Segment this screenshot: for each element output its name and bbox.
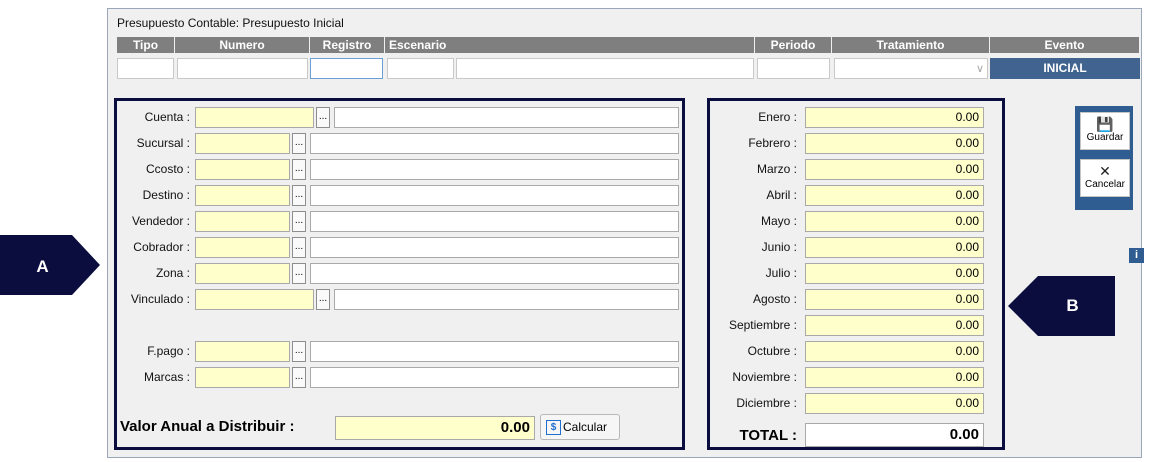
month-label: Abril : <box>766 188 797 202</box>
month-value-input[interactable]: 0.00 <box>805 159 984 180</box>
vendedor-desc-input[interactable] <box>310 211 679 232</box>
marcas-desc-input[interactable] <box>310 367 679 388</box>
month-label: Noviembre : <box>732 370 797 384</box>
month-label: Mayo : <box>760 214 797 228</box>
month-value-input[interactable]: 0.00 <box>805 237 984 258</box>
col-header-periodo: Periodo <box>755 37 832 53</box>
save-disk-icon: 💾 <box>1096 116 1114 132</box>
info-icon[interactable]: i <box>1129 248 1144 263</box>
month-label: Agosto : <box>752 292 797 306</box>
month-value-input[interactable]: 0.00 <box>805 289 984 310</box>
month-value-input[interactable]: 0.00 <box>805 341 984 362</box>
month-value-input[interactable]: 0.00 <box>805 367 984 388</box>
col-header-numero: Numero <box>175 37 310 53</box>
cancelar-label: Cancelar <box>1084 179 1126 190</box>
total-value: 0.00 <box>805 423 984 447</box>
fpago-code-input[interactable] <box>195 341 290 362</box>
month-label: Octubre : <box>747 344 797 358</box>
fpago-label: F.pago : <box>147 344 190 358</box>
valor-anual-input[interactable]: 0.00 <box>335 416 535 440</box>
vinculado-label: Vinculado : <box>130 292 190 306</box>
callout-b-label: B <box>1066 296 1079 315</box>
sucursal-label: Sucursal : <box>136 136 190 150</box>
cobrador-desc-input[interactable] <box>310 237 679 258</box>
cobrador-label: Cobrador : <box>133 240 190 254</box>
chevron-down-icon: ∨ <box>975 63 984 75</box>
destino-label: Destino : <box>142 188 190 202</box>
marcas-code-input[interactable] <box>195 367 290 388</box>
cuenta-lookup-button[interactable]: ... <box>316 107 330 128</box>
month-value-input[interactable]: 0.00 <box>805 393 984 414</box>
valor-anual-label: Valor Anual a Distribuir : <box>120 418 295 435</box>
cobrador-lookup-button[interactable]: ... <box>292 237 306 258</box>
vinculado-code-input[interactable] <box>195 289 314 310</box>
vinculado-desc-input[interactable] <box>334 289 679 310</box>
escenario-desc-input[interactable] <box>456 58 754 79</box>
sucursal-desc-input[interactable] <box>310 133 679 154</box>
numero-input[interactable] <box>177 58 308 79</box>
destino-desc-input[interactable] <box>310 185 679 206</box>
cuenta-label: Cuenta : <box>144 110 190 124</box>
col-header-escenario: Escenario <box>385 37 755 53</box>
vendedor-label: Vendedor : <box>131 214 190 228</box>
col-header-tipo: Tipo <box>117 37 175 53</box>
destino-lookup-button[interactable]: ... <box>292 185 306 206</box>
sucursal-lookup-button[interactable]: ... <box>292 133 306 154</box>
month-label: Enero : <box>758 110 797 124</box>
cobrador-code-input[interactable] <box>195 237 290 258</box>
guardar-button[interactable]: 💾 Guardar <box>1080 112 1130 150</box>
month-value-input[interactable]: 0.00 <box>805 263 984 284</box>
month-value-input[interactable]: 0.00 <box>805 133 984 154</box>
month-label: Febrero : <box>748 136 797 150</box>
total-label: TOTAL : <box>739 427 798 444</box>
month-value-input[interactable]: 0.00 <box>805 107 984 128</box>
ccosto-code-input[interactable] <box>195 159 290 180</box>
tipo-input[interactable] <box>117 58 174 79</box>
evento-value: INICIAL <box>990 58 1140 79</box>
calcular-button[interactable]: $ Calcular <box>540 414 620 440</box>
window-title: Presupuesto Contable: Presupuesto Inicia… <box>117 16 344 30</box>
callout-a-label: A <box>36 257 49 276</box>
month-label: Julio : <box>765 266 797 280</box>
periodo-input[interactable] <box>757 58 830 79</box>
month-value-input[interactable]: 0.00 <box>805 211 984 232</box>
zona-code-input[interactable] <box>195 263 290 284</box>
col-header-registro: Registro <box>310 37 385 53</box>
close-x-icon: ✕ <box>1099 163 1111 179</box>
fpago-desc-input[interactable] <box>310 341 679 362</box>
marcas-label: Marcas : <box>143 370 190 384</box>
marcas-lookup-button[interactable]: ... <box>292 367 306 388</box>
vendedor-lookup-button[interactable]: ... <box>292 211 306 232</box>
month-label: Marzo : <box>756 162 797 176</box>
escenario-code-input[interactable] <box>387 58 454 79</box>
guardar-label: Guardar <box>1086 132 1124 143</box>
ccosto-lookup-button[interactable]: ... <box>292 159 306 180</box>
dollar-icon: $ <box>546 420 561 435</box>
cancelar-button[interactable]: ✕ Cancelar <box>1080 159 1130 197</box>
col-header-evento: Evento <box>990 37 1140 53</box>
registro-input[interactable] <box>310 58 383 79</box>
cuenta-code-input[interactable] <box>195 107 314 128</box>
cuenta-desc-input[interactable] <box>334 107 679 128</box>
calcular-label: Calcular <box>563 420 608 434</box>
month-label: Diciembre : <box>736 396 797 410</box>
destino-code-input[interactable] <box>195 185 290 206</box>
vinculado-lookup-button[interactable]: ... <box>316 289 330 310</box>
tratamiento-select[interactable]: ∨ <box>834 58 988 79</box>
fpago-lookup-button[interactable]: ... <box>292 341 306 362</box>
zona-label: Zona : <box>155 266 190 280</box>
zona-lookup-button[interactable]: ... <box>292 263 306 284</box>
ccosto-label: Ccosto : <box>145 162 190 176</box>
month-label: Junio : <box>761 240 797 254</box>
col-header-tratamiento: Tratamiento <box>832 37 990 53</box>
month-value-input[interactable]: 0.00 <box>805 185 984 206</box>
sucursal-code-input[interactable] <box>195 133 290 154</box>
vendedor-code-input[interactable] <box>195 211 290 232</box>
month-value-input[interactable]: 0.00 <box>805 315 984 336</box>
zona-desc-input[interactable] <box>310 263 679 284</box>
ccosto-desc-input[interactable] <box>310 159 679 180</box>
month-label: Septiembre : <box>728 318 797 332</box>
